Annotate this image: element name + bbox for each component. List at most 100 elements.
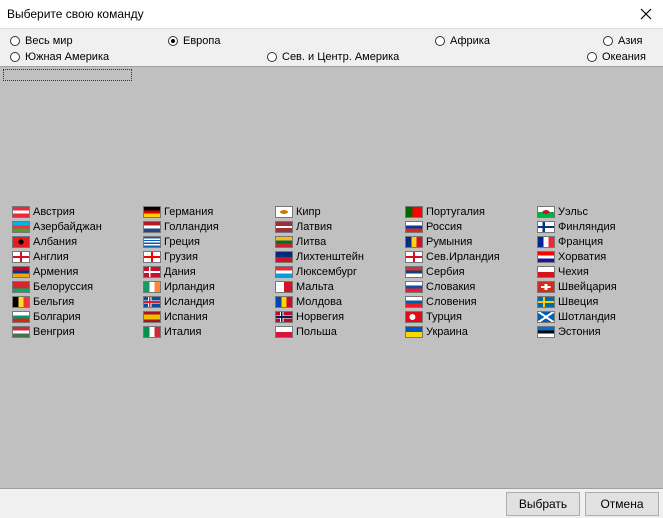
team-item[interactable]: Украина: [405, 324, 468, 339]
team-item[interactable]: Франция: [537, 234, 603, 249]
flag-icon: [275, 325, 293, 338]
team-name: Албания: [33, 235, 78, 248]
flag-icon: [405, 250, 423, 263]
team-item[interactable]: Ирландия: [143, 279, 215, 294]
region-label: Европа: [183, 35, 221, 47]
team-name: Италия: [164, 325, 202, 338]
team-item[interactable]: Уэльс: [537, 204, 588, 219]
team-item[interactable]: Испания: [143, 309, 208, 324]
team-item[interactable]: Турция: [405, 309, 462, 324]
flag-icon: [405, 325, 423, 338]
close-button[interactable]: [629, 0, 663, 28]
team-item[interactable]: Молдова: [275, 294, 342, 309]
flag-icon: [143, 265, 161, 278]
team-item[interactable]: Венгрия: [12, 324, 75, 339]
team-name: Португалия: [426, 205, 485, 218]
team-item[interactable]: Латвия: [275, 219, 332, 234]
team-item[interactable]: Белоруссия: [12, 279, 93, 294]
flag-icon: [537, 310, 555, 323]
team-item[interactable]: Бельгия: [12, 294, 74, 309]
team-item[interactable]: Исландия: [143, 294, 215, 309]
team-item[interactable]: Литва: [275, 234, 326, 249]
flag-icon: [275, 220, 293, 233]
team-item[interactable]: Дания: [143, 264, 196, 279]
team-item[interactable]: Шотландия: [537, 309, 616, 324]
team-name: Украина: [426, 325, 468, 338]
team-item[interactable]: Чехия: [537, 264, 589, 279]
flag-icon: [12, 220, 30, 233]
team-name: Дания: [164, 265, 196, 278]
region-radio-europe[interactable]: Европа: [168, 34, 221, 48]
flag-icon: [275, 265, 293, 278]
region-radio-south-america[interactable]: Южная Америка: [10, 50, 109, 64]
flag-icon: [12, 310, 30, 323]
flag-icon: [405, 220, 423, 233]
team-name: Хорватия: [558, 250, 607, 263]
region-radio-world[interactable]: Весь мир: [10, 34, 73, 48]
team-item[interactable]: Словакия: [405, 279, 475, 294]
team-item[interactable]: Норвегия: [275, 309, 344, 324]
team-item[interactable]: Мальта: [275, 279, 334, 294]
team-item[interactable]: Англия: [12, 249, 69, 264]
select-button[interactable]: Выбрать: [506, 492, 580, 516]
team-item[interactable]: Кипр: [275, 204, 321, 219]
team-item[interactable]: Греция: [143, 234, 200, 249]
team-name: Молдова: [296, 295, 342, 308]
team-item[interactable]: Италия: [143, 324, 201, 339]
team-item[interactable]: Словения: [405, 294, 477, 309]
flag-icon: [143, 280, 161, 293]
team-item[interactable]: Болгария: [12, 309, 81, 324]
flag-icon: [275, 235, 293, 248]
team-name: Сербия: [426, 265, 465, 278]
team-name: Латвия: [296, 220, 333, 233]
team-item[interactable]: Румыния: [405, 234, 472, 249]
team-item[interactable]: Финляндия: [537, 219, 616, 234]
team-item[interactable]: Польша: [275, 324, 337, 339]
team-item[interactable]: Сев.Ирландия: [405, 249, 500, 264]
team-item[interactable]: Португалия: [405, 204, 485, 219]
team-name: Исландия: [164, 295, 215, 308]
team-name: Швеция: [558, 295, 599, 308]
region-label: Океания: [602, 51, 646, 63]
team-item[interactable]: Голландия: [143, 219, 219, 234]
flag-icon: [405, 265, 423, 278]
team-name: Уэльс: [558, 205, 589, 218]
team-name: Германия: [164, 205, 214, 218]
team-item[interactable]: Лихтенштейн: [275, 249, 364, 264]
region-label: Азия: [618, 35, 643, 47]
team-name: Польша: [296, 325, 337, 338]
team-item[interactable]: Хорватия: [537, 249, 606, 264]
team-name: Голландия: [164, 220, 219, 233]
team-item[interactable]: Сербия: [405, 264, 465, 279]
team-item[interactable]: Люксембург: [275, 264, 357, 279]
team-item[interactable]: Швеция: [537, 294, 598, 309]
team-item[interactable]: Швейцария: [537, 279, 617, 294]
team-item[interactable]: Албания: [12, 234, 77, 249]
team-name: Словакия: [426, 280, 476, 293]
flag-icon: [12, 280, 30, 293]
region-label: Африка: [450, 35, 490, 47]
team-item[interactable]: Грузия: [143, 249, 198, 264]
team-name: Ирландия: [164, 280, 215, 293]
cancel-button[interactable]: Отмена: [585, 492, 659, 516]
region-radio-north-central-america[interactable]: Сев. и Центр. Америка: [267, 50, 399, 64]
flag-icon: [143, 325, 161, 338]
region-radio-oceania[interactable]: Океания: [587, 50, 646, 64]
radio-indicator: [10, 52, 20, 62]
flag-icon: [12, 235, 30, 248]
flag-icon: [405, 310, 423, 323]
team-name: Австрия: [33, 205, 75, 218]
team-item[interactable]: Азербайджан: [12, 219, 102, 234]
team-name: Мальта: [296, 280, 334, 293]
flag-icon: [537, 205, 555, 218]
region-radio-africa[interactable]: Африка: [435, 34, 490, 48]
team-item[interactable]: Армения: [12, 264, 78, 279]
team-item[interactable]: Германия: [143, 204, 213, 219]
flag-icon: [275, 295, 293, 308]
team-name: Чехия: [558, 265, 589, 278]
team-item[interactable]: Эстония: [537, 324, 601, 339]
region-radio-asia[interactable]: Азия: [603, 34, 642, 48]
team-name: Литва: [296, 235, 327, 248]
team-item[interactable]: Россия: [405, 219, 462, 234]
team-item[interactable]: Австрия: [12, 204, 75, 219]
